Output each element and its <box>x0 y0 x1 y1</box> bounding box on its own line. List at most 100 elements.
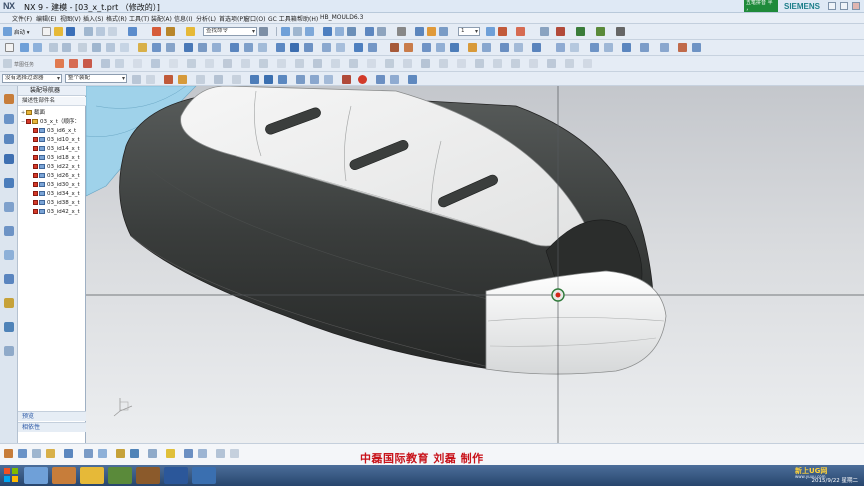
snap-point-on-curve-icon[interactable] <box>310 75 319 84</box>
clearance-icon[interactable] <box>130 449 139 458</box>
cube-view-icon[interactable] <box>323 27 332 36</box>
trim-icon[interactable] <box>241 59 250 68</box>
type-filter-select[interactable]: 没有选择过滤器 <box>2 74 62 83</box>
midpoint-icon[interactable] <box>529 59 538 68</box>
assembly-constraint-icon[interactable] <box>4 449 13 458</box>
constraint-icon[interactable] <box>313 59 322 68</box>
spline-icon[interactable] <box>205 59 214 68</box>
pattern-icon[interactable] <box>354 43 363 52</box>
menu-help[interactable]: 帮助(H) <box>297 14 318 23</box>
reference-icon[interactable] <box>556 27 565 36</box>
roles-tab-icon[interactable] <box>4 298 14 308</box>
parallel-icon[interactable] <box>403 59 412 68</box>
visibility-checkbox[interactable] <box>33 164 38 169</box>
make-work-part-icon[interactable] <box>230 449 239 458</box>
color-icon[interactable] <box>397 27 406 36</box>
tangent-icon[interactable] <box>439 59 448 68</box>
snap-point-on-face-icon[interactable] <box>324 75 333 84</box>
column-header-part-name[interactable]: 描述性部件名 <box>18 97 86 106</box>
part-navigator-tab-icon[interactable] <box>4 134 14 144</box>
coincident-icon[interactable] <box>385 59 394 68</box>
sequence-icon[interactable] <box>116 449 125 458</box>
snap-quadrant-icon[interactable] <box>214 75 223 84</box>
menu-preferences[interactable]: 首选项(P) <box>219 14 245 23</box>
surface-icon[interactable] <box>422 43 431 52</box>
remember-constraint-icon[interactable] <box>198 449 207 458</box>
ellipse-icon[interactable] <box>187 59 196 68</box>
visibility-checkbox[interactable] <box>33 182 38 187</box>
intersect-curve-icon[interactable] <box>640 43 649 52</box>
view-orient-icon[interactable] <box>596 27 605 36</box>
menu-file[interactable]: 文件(F) <box>12 14 32 23</box>
snap-mid-icon[interactable] <box>178 75 187 84</box>
visibility-checkbox[interactable] <box>33 128 38 133</box>
component-pattern-icon[interactable] <box>166 449 175 458</box>
extrude-icon[interactable] <box>20 43 29 52</box>
unite-icon[interactable] <box>184 43 193 52</box>
patch-icon[interactable] <box>514 43 523 52</box>
sew-icon[interactable] <box>500 43 509 52</box>
tree-row-component[interactable]: 03_id38_x_t <box>33 199 80 208</box>
section-curve-icon[interactable] <box>692 43 701 52</box>
rotate-icon[interactable] <box>305 27 314 36</box>
sketch-icon[interactable] <box>5 43 14 52</box>
move-icon[interactable] <box>427 27 436 36</box>
visibility-checkbox[interactable] <box>33 155 38 160</box>
snap-grid-icon[interactable] <box>376 75 385 84</box>
fillet-icon[interactable] <box>133 59 142 68</box>
view-fit-icon[interactable] <box>281 27 290 36</box>
snap-end-icon[interactable] <box>164 75 173 84</box>
profile-icon[interactable] <box>55 59 64 68</box>
layer-number-input[interactable]: 1 <box>458 27 480 36</box>
taskbar-app-icon[interactable] <box>52 467 76 484</box>
new-component-icon[interactable] <box>32 449 41 458</box>
shaded-icon[interactable] <box>335 27 344 36</box>
visibility-checkbox[interactable] <box>33 209 38 214</box>
zoom-icon[interactable] <box>293 27 302 36</box>
offset-icon[interactable] <box>277 59 286 68</box>
snap-intersection-icon[interactable] <box>264 75 273 84</box>
new-file-icon[interactable] <box>42 27 51 36</box>
folder-icon[interactable] <box>186 27 195 36</box>
tree-row-sections[interactable]: + 截面 <box>21 109 45 118</box>
snap-center-point-icon[interactable] <box>358 75 367 84</box>
menu-information[interactable]: 信息(I) <box>174 14 192 23</box>
wave-linker-icon[interactable] <box>98 449 107 458</box>
analysis-curve-icon[interactable] <box>678 43 687 52</box>
snap-bounded-icon[interactable] <box>342 75 351 84</box>
edge-display-icon[interactable] <box>365 27 374 36</box>
collinear-icon[interactable] <box>547 59 556 68</box>
tree-row-component[interactable]: 03_id14_x_t <box>33 145 80 154</box>
snap-icon[interactable] <box>616 27 625 36</box>
cut-icon[interactable] <box>84 27 93 36</box>
reference-set-icon[interactable] <box>148 449 157 458</box>
extend-icon[interactable] <box>259 59 268 68</box>
windows-start-icon[interactable] <box>3 467 19 483</box>
draft-icon[interactable] <box>276 43 285 52</box>
add-component-icon[interactable] <box>18 449 27 458</box>
move-component-icon[interactable] <box>46 449 55 458</box>
quick-pick-icon[interactable] <box>408 75 417 84</box>
mirror-assembly-icon[interactable] <box>64 449 73 458</box>
settings-icon[interactable] <box>540 27 549 36</box>
taskbar-nx-icon[interactable] <box>108 467 132 484</box>
taskbar-media-icon[interactable] <box>136 467 160 484</box>
visibility-checkbox[interactable] <box>26 119 31 124</box>
datum-plane-icon[interactable] <box>49 43 58 52</box>
command-finder-input[interactable]: 查找命令 <box>203 27 257 36</box>
sweep-icon[interactable] <box>450 43 459 52</box>
block-icon[interactable] <box>78 43 87 52</box>
tree-row-component[interactable]: 03_id42_x_t <box>33 208 80 217</box>
curve-icon[interactable] <box>556 43 565 52</box>
thicken-icon[interactable] <box>336 43 345 52</box>
tree-row-component[interactable]: 03_id26_x_t <box>33 172 80 181</box>
cone-icon[interactable] <box>106 43 115 52</box>
wireframe-icon[interactable] <box>347 27 356 36</box>
revolve-icon[interactable] <box>33 43 42 52</box>
menu-assemblies[interactable]: 装配(A) <box>151 14 172 23</box>
analysis-icon[interactable] <box>486 27 495 36</box>
menu-format[interactable]: 格式(R) <box>106 14 127 23</box>
menu-insert[interactable]: 插入(S) <box>83 14 104 23</box>
menu-hb-mould[interactable]: HB_MOULD6.3 <box>320 14 363 21</box>
start-icon[interactable] <box>3 27 12 36</box>
